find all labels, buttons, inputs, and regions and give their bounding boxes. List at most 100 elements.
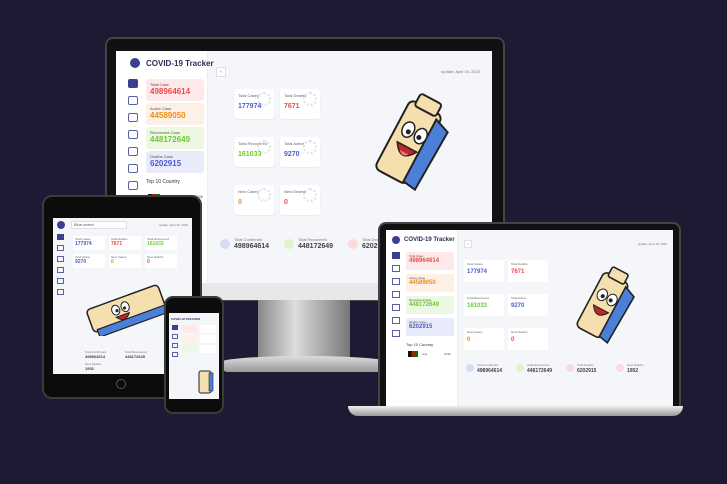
top10-heading: Top 10 Country — [406, 342, 434, 347]
bottom-value: 448172649 — [527, 368, 553, 374]
new-deaths-icon — [616, 364, 624, 372]
virus-deco-icon — [303, 188, 317, 202]
deaths-icon — [566, 364, 574, 372]
stat-recovered-case[interactable]: Recovered Case 448172649 — [406, 296, 454, 314]
confirmed-icon — [466, 364, 474, 372]
stat-value: 498964614 — [150, 87, 191, 96]
card-label: New Deaths — [511, 330, 528, 334]
help-icon[interactable] — [128, 181, 138, 190]
card-total-cases: Total Cases 177974 — [464, 260, 504, 282]
card-label: Total Deaths — [511, 262, 528, 266]
card-total-cases: Total Cases 177974 — [73, 236, 105, 250]
home-icon[interactable] — [57, 234, 64, 240]
bottom-value: 1952 — [85, 366, 94, 371]
country-value: 2246 — [444, 352, 451, 356]
card-total-cases: Total Cases 177974 — [234, 89, 274, 119]
calendar-icon[interactable] — [172, 334, 178, 339]
card-icon[interactable] — [172, 352, 178, 357]
card-total-deaths: Total Deaths 7671 — [280, 89, 320, 119]
card-label: Total Recovered — [467, 296, 489, 300]
bottom-value: 448172649 — [125, 354, 146, 359]
chart-icon[interactable] — [57, 278, 64, 284]
calendar-icon[interactable] — [57, 245, 64, 251]
help-icon[interactable] — [392, 330, 400, 337]
stat-value: 6202915 — [409, 324, 433, 330]
stat-active-case[interactable] — [182, 335, 198, 343]
stat-recovered-case[interactable] — [182, 345, 198, 353]
bottom-label: Total Recovered — [298, 237, 327, 242]
bottom-value: 498964614 — [234, 243, 270, 250]
list-icon[interactable] — [172, 343, 178, 348]
virus-deco-icon — [257, 188, 271, 202]
bottom-value: 498964614 — [477, 368, 503, 374]
mascot-illustration — [198, 370, 214, 394]
stat-total-case[interactable] — [182, 325, 198, 333]
share-icon[interactable] — [128, 147, 138, 156]
card-total-recovered: Total Recovered 161033 — [145, 236, 177, 250]
collapse-button[interactable]: ‹ — [464, 240, 472, 248]
card-label: New Cases — [467, 330, 483, 334]
mascot-illustration — [86, 284, 171, 336]
app-title: COVID-19 TRACKER — [171, 317, 201, 321]
card-new-cases: New Cases 0 — [109, 254, 141, 268]
bottom-label: New Deaths — [627, 363, 644, 367]
phone-screen: COVID-19 TRACKER — [169, 313, 219, 399]
collapse-button[interactable]: ‹ — [216, 67, 226, 77]
chart-icon[interactable] — [392, 317, 400, 324]
list-icon[interactable] — [128, 113, 138, 122]
top10-heading: Top 10 Country — [146, 179, 180, 185]
card-value: 0 — [511, 337, 515, 343]
stat-deaths-case[interactable]: Deaths Case 6202915 — [146, 151, 204, 173]
stat-deaths-case[interactable]: Deaths Case 6202915 — [406, 318, 454, 336]
stat-total-case[interactable]: Total Case 498964614 — [406, 252, 454, 270]
update-date: update: April 16, 2020 — [637, 242, 667, 246]
card-total-active: Total Active 9270 — [73, 254, 105, 268]
stat-value: 448172649 — [409, 302, 440, 308]
card-value: 177974 — [75, 241, 92, 247]
card-total-recovered — [200, 345, 216, 353]
home-icon[interactable] — [128, 79, 138, 88]
desktop-monitor-foot — [220, 356, 390, 372]
stat-value: 498964614 — [409, 258, 440, 264]
card-new-deaths: New Deaths 0 — [280, 185, 320, 215]
app-title: COVID-19 Tracker — [404, 237, 455, 243]
card-icon[interactable] — [128, 130, 138, 139]
card-value: 9270 — [511, 303, 525, 309]
card-total-active: Total Active 9270 — [508, 294, 548, 316]
calendar-icon[interactable] — [392, 265, 400, 272]
virus-deco-icon — [303, 140, 317, 154]
stat-active-case[interactable]: Active Case 44589050 — [406, 274, 454, 292]
card-total-deaths — [200, 335, 216, 343]
home-icon[interactable] — [392, 252, 400, 259]
card-new-deaths: New Deaths 0 — [145, 254, 177, 268]
help-icon[interactable] — [57, 289, 64, 295]
card-icon[interactable] — [392, 291, 400, 298]
bottom-value: 1952 — [627, 368, 639, 374]
card-value: 9270 — [75, 259, 87, 265]
home-icon[interactable] — [172, 325, 178, 330]
app-title: COVID-19 Tracker — [146, 59, 214, 68]
bottom-value: 448172649 — [298, 243, 334, 250]
share-icon[interactable] — [392, 304, 400, 311]
list-icon[interactable] — [392, 278, 400, 285]
stat-active-case[interactable]: Active Case 44589050 — [146, 103, 204, 125]
card-new-cases: New Cases 0 — [234, 185, 274, 215]
recovered-icon — [516, 364, 524, 372]
mascot-illustration — [576, 266, 635, 345]
country-dropdown[interactable]: Blue-select — [71, 221, 127, 229]
list-icon[interactable] — [57, 256, 64, 262]
stat-value: 44589050 — [409, 280, 436, 286]
card-total-recovered: Total Recovered 161033 — [234, 137, 274, 167]
card-icon[interactable] — [57, 267, 64, 273]
card-value: 177974 — [467, 269, 488, 275]
virus-deco-icon — [257, 140, 271, 154]
chart-icon[interactable] — [128, 164, 138, 173]
mascot-illustration — [375, 93, 449, 192]
card-total-cases — [200, 325, 216, 333]
bottom-label: Total Confirmed — [477, 363, 499, 367]
stat-recovered-case[interactable]: Recovered Case 448172649 — [146, 127, 204, 149]
card-label: Total Cases — [467, 262, 483, 266]
calendar-icon[interactable] — [128, 96, 138, 105]
stat-value: 44589050 — [150, 111, 186, 120]
stat-total-case[interactable]: Total Case 498964614 — [146, 79, 204, 101]
